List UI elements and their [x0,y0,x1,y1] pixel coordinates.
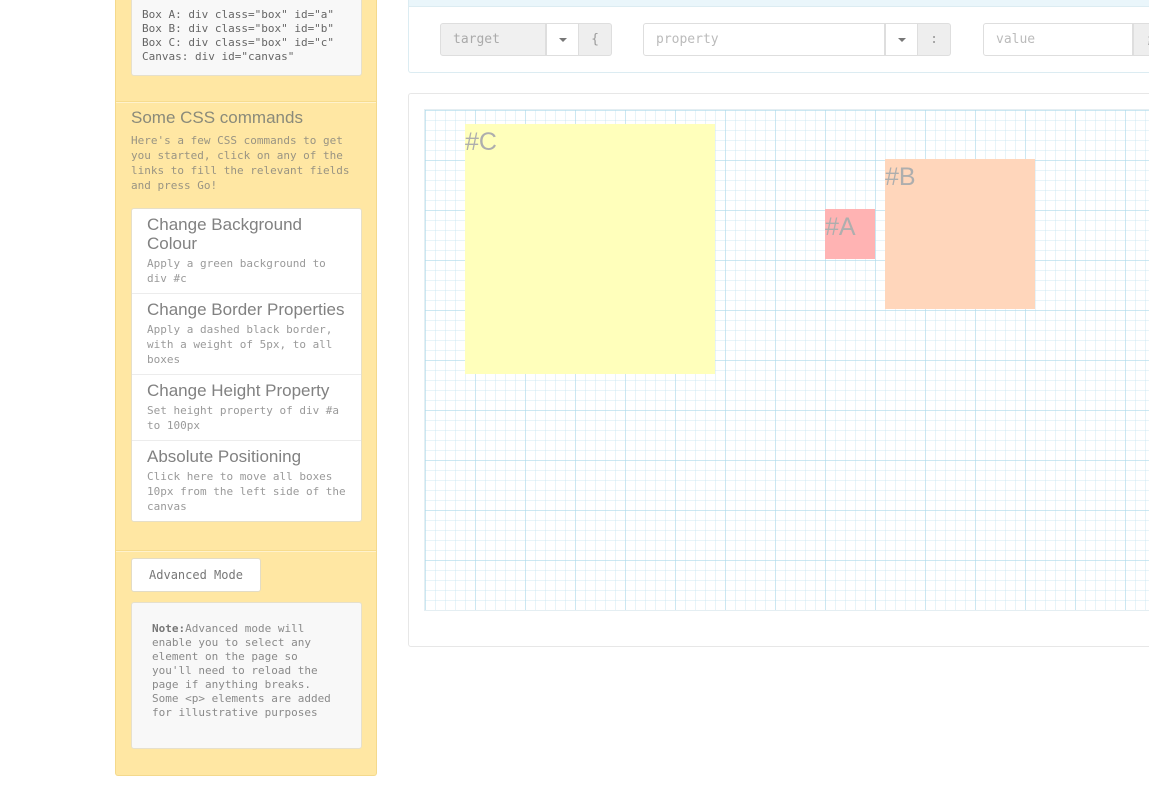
box-c[interactable]: #C [465,124,715,374]
element-reference-box: Box A: div class="box" id="a" Box B: div… [131,0,362,76]
code-line: Box A: div class="box" id="a" [142,8,335,21]
command-title: Change Background Colour [147,215,303,253]
divider [116,550,376,552]
command-desc: Click here to move all boxes 10px from t… [147,470,346,513]
command-title: Change Height Property [147,381,330,400]
sidebar: Box A: div class="box" id="a" Box B: div… [115,0,377,776]
property-dropdown-button[interactable] [885,23,918,56]
caret-down-icon [898,38,906,42]
box-a[interactable]: #A [825,209,875,259]
command-change-height[interactable]: Change Height Property Set height proper… [132,375,361,441]
css-commands-intro: Here's a few CSS commands to get you sta… [131,134,350,192]
divider [116,101,376,103]
box-label: #B [885,163,916,191]
canvas[interactable]: #C #B #A [424,109,1149,611]
caret-down-icon [559,38,567,42]
css-command-list: Change Background Colour Apply a green b… [131,208,362,522]
command-desc: Set height property of div #a to 100px [147,404,340,432]
value-input[interactable]: value [983,23,1133,56]
command-title: Change Border Properties [147,300,345,319]
command-title: Absolute Positioning [147,447,302,466]
command-desc: Apply a dashed black border, with a weig… [147,323,333,366]
code-line: Box B: div class="box" id="b" [142,22,335,35]
css-commands-heading: Some CSS commands [131,108,303,127]
command-change-background[interactable]: Change Background Colour Apply a green b… [132,209,361,294]
property-input[interactable]: property [643,23,885,56]
command-change-border[interactable]: Change Border Properties Apply a dashed … [132,294,361,375]
advanced-mode-button[interactable]: Advanced Mode [131,558,261,592]
semicolon-addon: ; [1133,23,1149,56]
box-label: #C [465,128,497,156]
canvas-panel: #C #B #A [408,93,1149,647]
code-line: Canvas: div id="canvas" [142,50,295,63]
code-line: Box C: div class="box" id="c" [142,36,335,49]
box-b[interactable]: #B [885,159,1035,309]
box-label: #A [825,213,856,241]
note-text: Advanced mode will enable you to select … [152,622,331,719]
command-absolute-positioning[interactable]: Absolute Positioning Click here to move … [132,441,361,521]
colon-addon: : [918,23,951,56]
command-desc: Apply a green background to div #c [147,257,326,285]
open-brace-addon: { [579,23,612,56]
advanced-mode-note: Note:Advanced mode will enable you to se… [131,602,362,749]
note-label: Note: [152,622,186,635]
target-input[interactable]: target [440,23,546,56]
top-panel-edge [408,0,1149,7]
css-rule-toolbar: target { property : value ; [408,7,1149,73]
target-dropdown-button[interactable] [546,23,579,56]
